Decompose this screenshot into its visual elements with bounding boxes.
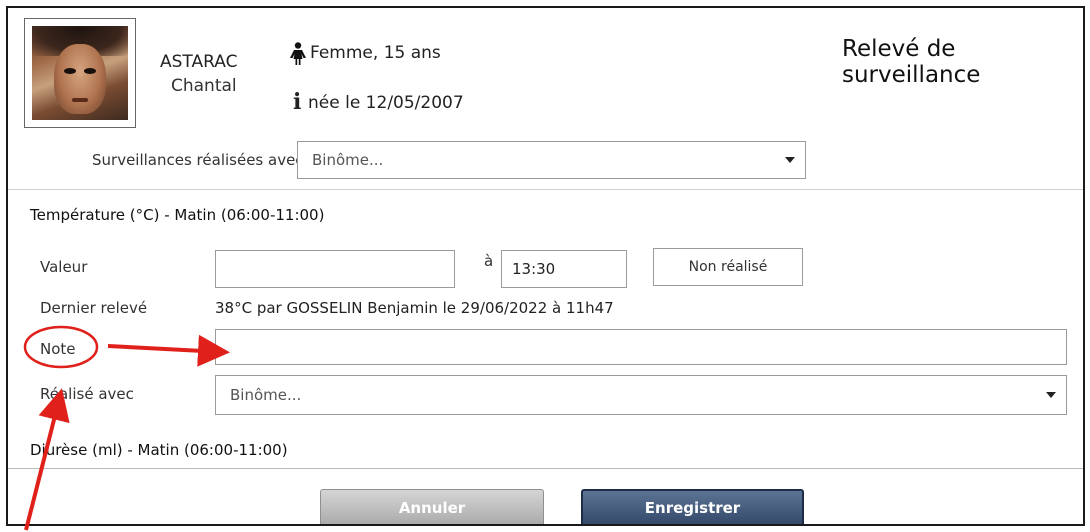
done-with-label: Réalisé avec [40, 385, 134, 403]
patient-birth-date: née le 12/05/2007 [308, 93, 464, 113]
cancel-button[interactable]: Annuler [320, 489, 544, 524]
surveillance-binome-value: Binôme... [312, 151, 384, 169]
note-label: Note [40, 340, 76, 358]
patient-photo [24, 18, 136, 128]
footer-divider [8, 468, 1083, 469]
temperature-section-title: Température (°C) - Matin (06:00-11:00) [30, 206, 325, 224]
last-reading-label: Dernier relevé [40, 299, 148, 317]
note-input[interactable] [215, 329, 1067, 365]
time-input[interactable]: 13:30 [501, 250, 627, 288]
page-title: Relevé de surveillance [842, 36, 981, 88]
surveillance-with-label: Surveillances réalisées avec [92, 151, 304, 169]
patient-last-name: ASTARAC [160, 52, 238, 72]
info-icon: i [293, 89, 302, 115]
surveillance-window: ASTARAC Chantal Femme, 15 ans i née le 1… [6, 6, 1085, 526]
value-label: Valeur [40, 258, 88, 276]
surveillance-binome-select[interactable]: Binôme... [297, 141, 806, 179]
done-with-binome-select[interactable]: Binôme... [215, 375, 1067, 415]
female-person-icon [290, 42, 306, 65]
at-label: à [484, 252, 494, 270]
chevron-down-icon [785, 157, 795, 163]
temperature-value-input[interactable] [215, 250, 455, 288]
patient-gender-age: Femme, 15 ans [310, 43, 441, 63]
not-done-button[interactable]: Non réalisé [653, 248, 803, 286]
time-value: 13:30 [512, 260, 556, 278]
done-with-binome-value: Binôme... [230, 386, 302, 404]
patient-first-name: Chantal [171, 76, 237, 96]
divider [8, 189, 1083, 190]
chevron-down-icon [1046, 392, 1056, 398]
diurese-section-title: Diurèse (ml) - Matin (06:00-11:00) [30, 441, 288, 459]
save-button[interactable]: Enregistrer [581, 489, 804, 524]
last-reading-value: 38°C par GOSSELIN Benjamin le 29/06/2022… [215, 299, 614, 317]
